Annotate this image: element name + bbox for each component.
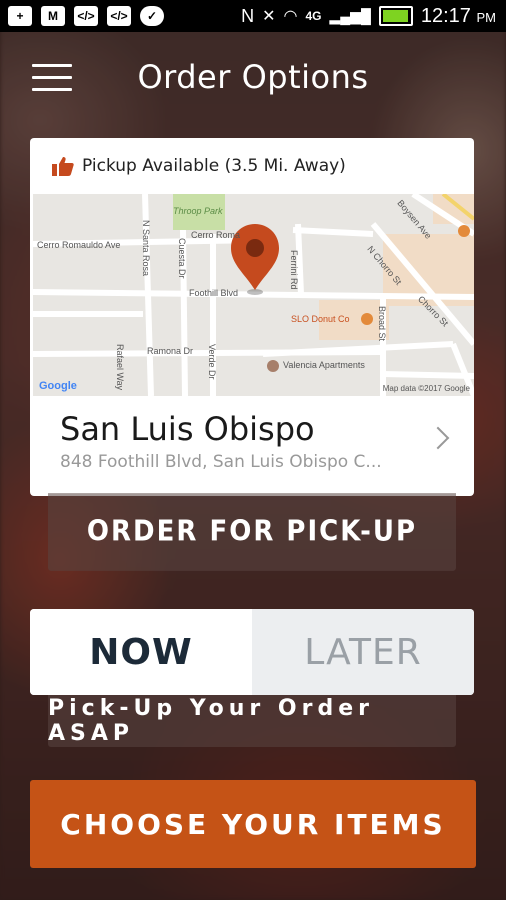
order-for-pickup-button[interactable]: ORDER FOR PICK-UP xyxy=(48,493,456,571)
wifi-icon: ◠ xyxy=(283,8,298,25)
pickup-status-text: Pickup Available (3.5 Mi. Away) xyxy=(82,156,346,176)
code-icon: </> xyxy=(74,6,98,26)
map-label: Ferrini Rd xyxy=(289,250,299,290)
map-label: Broad St xyxy=(377,306,387,342)
map-label: Valencia Apartments xyxy=(283,360,365,370)
map-label: Ramona Dr xyxy=(147,346,194,356)
thumbs-up-icon xyxy=(52,157,74,176)
mute-icon: ✕ xyxy=(262,8,276,25)
location-address: 848 Foothill Blvd, San Luis Obispo C... xyxy=(60,452,382,472)
battery-icon xyxy=(378,6,413,26)
map-label: Cerro Roma xyxy=(191,230,241,240)
map-label: Throop Park xyxy=(173,206,223,216)
status-bar: + M </> </> ✓ N ✕ ◠ 4G ▂▄▆█ 12:17 PM xyxy=(0,0,506,32)
now-option[interactable]: NOW xyxy=(30,609,252,695)
map-label: Foothill Blvd xyxy=(189,288,239,298)
clock: 12:17 PM xyxy=(420,4,496,27)
google-logo: Google xyxy=(39,380,77,392)
map-label: Cerro Romauldo Ave xyxy=(37,240,121,250)
system-icons: N ✕ ◠ 4G ▂▄▆█ 12:17 PM xyxy=(241,5,506,28)
map-label: SLO Donut Co xyxy=(291,314,350,324)
map-label: Cuesta Dr xyxy=(177,238,187,279)
timing-toggle: NOW LATER xyxy=(30,609,474,695)
check-icon: ✓ xyxy=(140,6,164,26)
notification-icons: + M </> </> ✓ xyxy=(0,6,164,26)
mail-icon: M xyxy=(41,6,65,26)
later-option[interactable]: LATER xyxy=(252,609,474,695)
pickup-asap-note: Pick-Up Your Order ASAP xyxy=(48,695,456,747)
chevron-right-icon[interactable] xyxy=(426,426,450,450)
location-card[interactable]: Pickup Available (3.5 Mi. Away) Throop P… xyxy=(30,138,474,496)
plus-icon: + xyxy=(8,6,32,26)
map-label: Verde Dr xyxy=(207,344,217,380)
map-label: N Santa Rosa xyxy=(141,220,151,277)
signal-icon: ▂▄▆█ xyxy=(329,7,371,24)
choose-your-items-button[interactable]: CHOOSE YOUR ITEMS xyxy=(30,780,476,868)
network-label: 4G xyxy=(305,9,322,23)
code-icon: </> xyxy=(107,6,131,26)
map-label: Rafael Way xyxy=(115,344,125,391)
nfc-icon: N xyxy=(241,5,255,26)
location-name: San Luis Obispo xyxy=(60,410,315,448)
map-graphic xyxy=(33,194,474,396)
location-map[interactable]: Throop Park Cerro Romauldo Ave Cerro Rom… xyxy=(33,194,474,396)
pickup-availability: Pickup Available (3.5 Mi. Away) xyxy=(52,156,346,176)
map-copyright: Map data ©2017 Google xyxy=(382,384,470,393)
page-title: Order Options xyxy=(137,58,369,96)
